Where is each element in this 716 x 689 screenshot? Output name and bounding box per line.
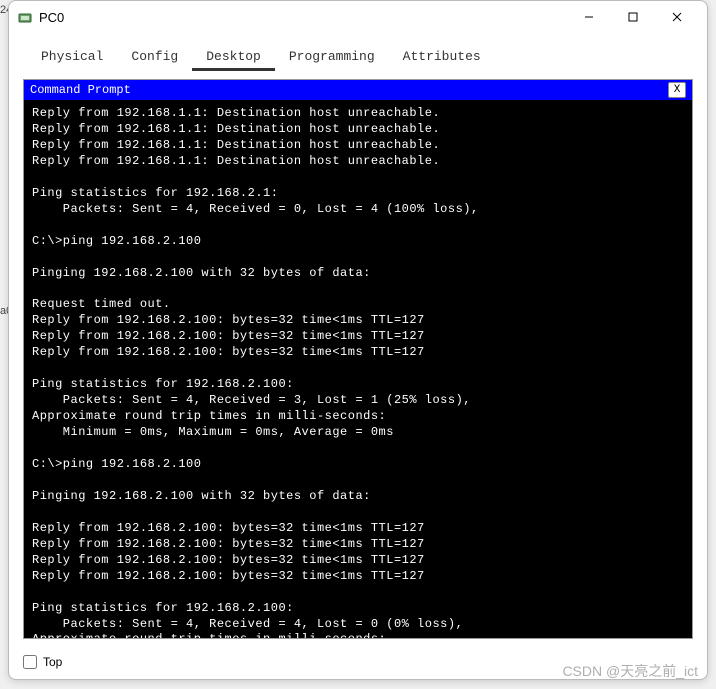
- tab-config[interactable]: Config: [117, 45, 192, 71]
- tab-physical[interactable]: Physical: [27, 45, 117, 71]
- window-title: PC0: [39, 10, 567, 25]
- maximize-button[interactable]: [611, 3, 655, 31]
- tab-desktop[interactable]: Desktop: [192, 45, 275, 71]
- app-window: PC0 PhysicalConfigDesktopProgrammingAttr…: [8, 0, 708, 680]
- top-checkbox[interactable]: [23, 655, 37, 669]
- tab-attributes[interactable]: Attributes: [389, 45, 495, 71]
- command-prompt-close-button[interactable]: X: [668, 82, 686, 98]
- titlebar: PC0: [9, 1, 707, 33]
- desktop-panel: Command Prompt X Reply from 192.168.1.1:…: [23, 79, 693, 639]
- footer-bar: Top: [9, 649, 707, 679]
- top-checkbox-label: Top: [43, 655, 62, 669]
- tab-bar: PhysicalConfigDesktopProgrammingAttribut…: [9, 33, 707, 71]
- app-icon: [17, 9, 33, 25]
- window-controls: [567, 3, 699, 31]
- close-button[interactable]: [655, 3, 699, 31]
- terminal-output[interactable]: Reply from 192.168.1.1: Destination host…: [24, 100, 692, 638]
- command-prompt-title: Command Prompt: [30, 83, 131, 97]
- command-prompt-header: Command Prompt X: [24, 80, 692, 100]
- minimize-button[interactable]: [567, 3, 611, 31]
- tab-programming[interactable]: Programming: [275, 45, 389, 71]
